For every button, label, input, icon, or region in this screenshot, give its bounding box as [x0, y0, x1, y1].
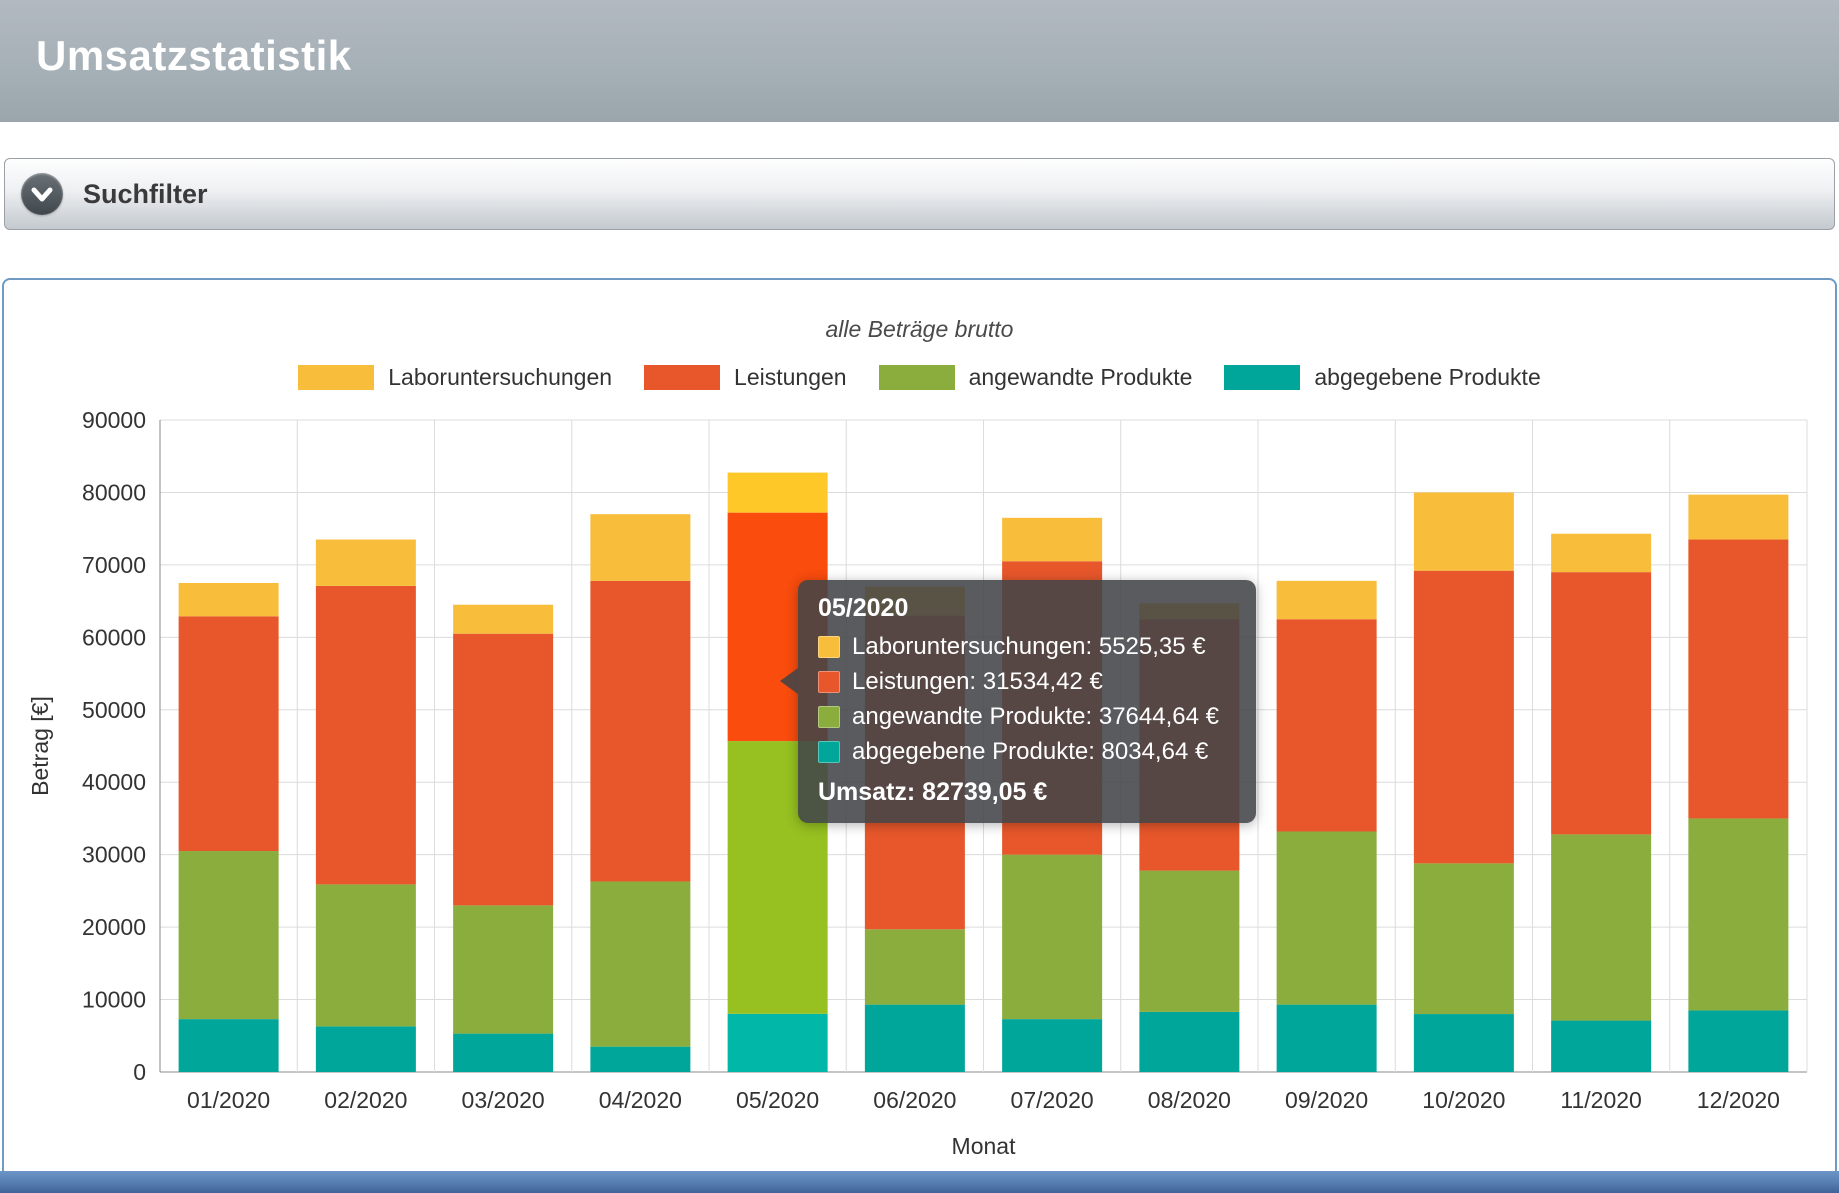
bar-segment[interactable]: [453, 905, 554, 1034]
suchfilter-panel-header[interactable]: Suchfilter: [4, 158, 1835, 230]
x-tick-label: 11/2020: [1560, 1087, 1641, 1113]
bar-segment[interactable]: [1551, 834, 1652, 1021]
bar-segment[interactable]: [1139, 1011, 1240, 1072]
bar-segment[interactable]: [1688, 1010, 1789, 1072]
tooltip-row-text: abgegebene Produkte: 8034,64 €: [852, 738, 1209, 765]
bar-segment[interactable]: [178, 616, 279, 852]
bar-segment[interactable]: [864, 1004, 965, 1072]
y-axis-title: Betrag [€]: [27, 696, 53, 796]
y-tick-label: 30000: [82, 842, 146, 868]
tooltip-row: Leistungen: 31534,42 €: [818, 668, 1236, 696]
bar-segment[interactable]: [178, 583, 279, 617]
tooltip-arrow: [780, 668, 798, 694]
bar-segment[interactable]: [727, 1013, 828, 1072]
bar-segment[interactable]: [1413, 492, 1514, 571]
x-tick-label: 04/2020: [599, 1087, 682, 1113]
x-tick-label: 12/2020: [1697, 1087, 1780, 1113]
bar-segment[interactable]: [453, 1033, 554, 1072]
bar-segment[interactable]: [864, 929, 965, 1005]
x-tick-label: 06/2020: [873, 1087, 956, 1113]
bar-segment[interactable]: [178, 1019, 279, 1072]
app-header: Umsatzstatistik: [0, 0, 1839, 122]
bar-segment[interactable]: [178, 851, 279, 1020]
tooltip-row-text: Laboruntersuchungen: 5525,35 €: [852, 633, 1206, 660]
bar-segment[interactable]: [315, 884, 416, 1027]
bar-segment[interactable]: [590, 514, 691, 581]
x-axis-title: Monat: [952, 1133, 1017, 1159]
tooltip-row: Laboruntersuchungen: 5525,35 €: [818, 633, 1236, 661]
bar-segment[interactable]: [590, 1046, 691, 1072]
tooltip-total: Umsatz: 82739,05 €: [818, 778, 1048, 806]
y-tick-label: 10000: [82, 987, 146, 1013]
bar-segment[interactable]: [453, 604, 554, 634]
bar-segment[interactable]: [727, 472, 828, 513]
y-tick-label: 20000: [82, 914, 146, 940]
tooltip-swatch: [818, 636, 840, 658]
suchfilter-label: Suchfilter: [83, 178, 208, 209]
bar-segment[interactable]: [1413, 863, 1514, 1015]
tooltip-swatch: [818, 741, 840, 763]
y-tick-label: 50000: [82, 697, 146, 723]
bar-segment[interactable]: [315, 1026, 416, 1072]
x-tick-label: 10/2020: [1422, 1087, 1505, 1113]
chevron-down-icon: [31, 187, 53, 202]
y-tick-label: 80000: [82, 479, 146, 505]
tooltip-swatch: [818, 671, 840, 693]
x-tick-label: 01/2020: [187, 1087, 270, 1113]
y-tick-label: 70000: [82, 552, 146, 578]
x-tick-label: 03/2020: [462, 1087, 545, 1113]
bar-segment[interactable]: [1688, 539, 1789, 819]
bar-segment[interactable]: [590, 580, 691, 882]
y-tick-label: 0: [133, 1059, 146, 1085]
bar-segment[interactable]: [1276, 831, 1377, 1005]
bar-segment[interactable]: [1413, 570, 1514, 864]
collapse-toggle-button[interactable]: [21, 173, 63, 215]
bar-segment[interactable]: [1551, 1020, 1652, 1072]
bar-segment[interactable]: [453, 633, 554, 906]
tooltip-row-text: Leistungen: 31534,42 €: [852, 668, 1103, 695]
bar-segment[interactable]: [1276, 619, 1377, 832]
x-tick-label: 09/2020: [1285, 1087, 1368, 1113]
bar-segment[interactable]: [1139, 870, 1240, 1012]
tooltip-swatch: [818, 706, 840, 728]
bar-segment[interactable]: [1002, 517, 1103, 562]
bar-segment[interactable]: [1276, 1004, 1377, 1072]
chart-tooltip: 05/2020 Laboruntersuchungen: 5525,35 € L…: [780, 580, 1256, 823]
bar-segment[interactable]: [590, 881, 691, 1047]
x-tick-label: 07/2020: [1011, 1087, 1094, 1113]
bar-segment[interactable]: [1413, 1014, 1514, 1072]
tooltip-row: abgegebene Produkte: 8034,64 €: [818, 738, 1236, 766]
bar-segment[interactable]: [1276, 580, 1377, 620]
bar-segment[interactable]: [315, 585, 416, 885]
bar-segment[interactable]: [1551, 572, 1652, 835]
tooltip-row-text: angewandte Produkte: 37644,64 €: [852, 703, 1219, 730]
x-tick-label: 05/2020: [736, 1087, 819, 1113]
bar-segment[interactable]: [1551, 533, 1652, 573]
bar-segment[interactable]: [315, 539, 416, 586]
bar-segment[interactable]: [1002, 854, 1103, 1020]
bar-segment[interactable]: [1688, 818, 1789, 1011]
x-tick-label: 08/2020: [1148, 1087, 1231, 1113]
y-tick-label: 90000: [82, 407, 146, 433]
bar-segment[interactable]: [1688, 494, 1789, 540]
bar-segment[interactable]: [1002, 1019, 1103, 1072]
tooltip-title: 05/2020: [818, 594, 909, 622]
y-tick-label: 40000: [82, 769, 146, 795]
y-tick-label: 60000: [82, 624, 146, 650]
panel-footer-strip: [0, 1171, 1839, 1193]
x-tick-label: 02/2020: [324, 1087, 407, 1113]
page-title: Umsatzstatistik: [36, 32, 352, 79]
tooltip-row: angewandte Produkte: 37644,64 €: [818, 703, 1236, 731]
